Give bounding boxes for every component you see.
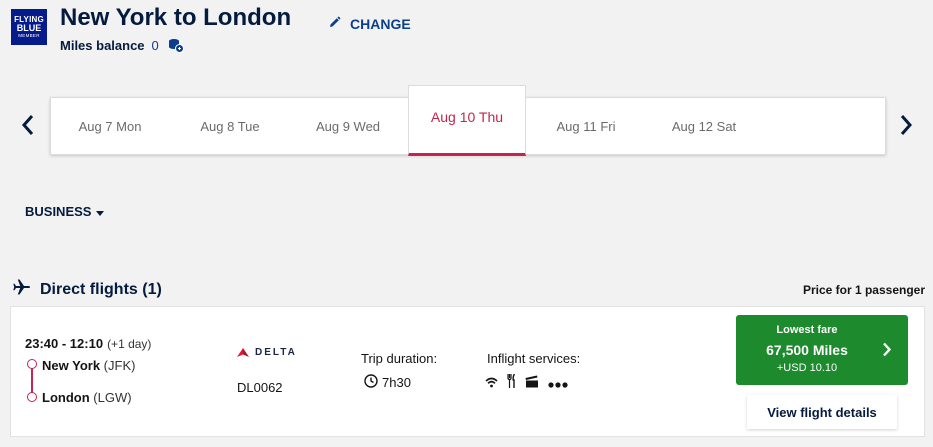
clock-icon xyxy=(364,374,378,391)
origin-airport: New York (JFK) xyxy=(42,358,135,373)
trip-duration-label: Trip duration: xyxy=(361,351,438,366)
day-offset: (+1 day) xyxy=(107,337,152,351)
flight-times: 23:40 - 12:10 (+1 day) xyxy=(25,336,151,351)
destination-code: (LGW) xyxy=(93,390,132,405)
airplane-icon xyxy=(13,279,31,300)
trip-duration-value: 7h30 xyxy=(382,375,411,390)
date-tab-aug-9[interactable]: Aug 9 Wed xyxy=(289,98,407,155)
more-icon[interactable] xyxy=(548,375,568,393)
route-line-icon xyxy=(27,359,38,402)
direct-flights-title: Direct flights (1) xyxy=(40,280,162,298)
date-tab-aug-11[interactable]: Aug 11 Fri xyxy=(527,98,645,155)
flying-blue-logo: FLYING BLUE MEMBER xyxy=(11,9,47,45)
fare-cash: +USD 10.10 xyxy=(776,362,838,374)
miles-balance: Miles balance 0 xyxy=(60,38,184,53)
delta-widget-icon xyxy=(237,348,249,357)
previous-dates-arrow[interactable] xyxy=(21,114,35,136)
date-selector: Aug 7 Mon Aug 8 Tue Aug 9 Wed Aug 10 Thu… xyxy=(50,85,886,156)
logo-line3: MEMBER xyxy=(18,32,40,38)
destination-airport: London (LGW) xyxy=(42,390,132,405)
airline-logo: DELTA xyxy=(237,347,297,358)
trip-duration: 7h30 xyxy=(364,374,411,391)
lowest-fare-label: Lowest fare xyxy=(776,324,838,336)
inflight-services-label: Inflight services: xyxy=(487,351,581,366)
date-tab-aug-10[interactable]: Aug 10 Thu xyxy=(408,85,526,156)
date-tab-aug-7[interactable]: Aug 7 Mon xyxy=(51,98,169,155)
change-label: CHANGE xyxy=(350,16,411,32)
flight-number: DL0062 xyxy=(237,380,283,395)
logo-line2: BLUE xyxy=(16,22,42,33)
miles-coins-icon[interactable] xyxy=(168,38,184,53)
price-note: Price for 1 passenger xyxy=(802,283,925,297)
inflight-services xyxy=(485,373,568,393)
lowest-fare-button[interactable]: Lowest fare 67,500 Miles +USD 10.10 xyxy=(736,315,908,385)
airline-name: DELTA xyxy=(255,347,297,358)
origin-city: New York xyxy=(42,358,101,373)
miles-balance-value: 0 xyxy=(151,38,159,53)
direct-flights-header: Direct flights (1) xyxy=(13,279,162,300)
destination-city: London xyxy=(42,390,90,405)
fare-miles: 67,500 Miles xyxy=(766,342,848,358)
meal-icon xyxy=(507,373,516,393)
view-flight-details-button[interactable]: View flight details xyxy=(747,395,897,429)
next-dates-arrow[interactable] xyxy=(899,114,913,136)
cabin-class-label: BUSINESS xyxy=(25,204,92,219)
miles-balance-label: Miles balance xyxy=(60,38,145,53)
origin-code: (JFK) xyxy=(103,358,136,373)
pencil-icon xyxy=(328,16,341,32)
wifi-icon xyxy=(485,375,498,393)
date-tab-aug-8[interactable]: Aug 8 Tue xyxy=(171,98,289,155)
caret-down-icon xyxy=(96,204,105,219)
chevron-right-icon xyxy=(882,342,891,357)
page-title: New York to London xyxy=(60,4,292,31)
change-button[interactable]: CHANGE xyxy=(328,16,411,32)
entertainment-icon xyxy=(525,375,539,393)
cabin-class-dropdown[interactable]: BUSINESS xyxy=(25,204,105,219)
departure-arrival-times: 23:40 - 12:10 xyxy=(25,336,104,351)
date-tab-aug-12[interactable]: Aug 12 Sat xyxy=(645,98,763,155)
